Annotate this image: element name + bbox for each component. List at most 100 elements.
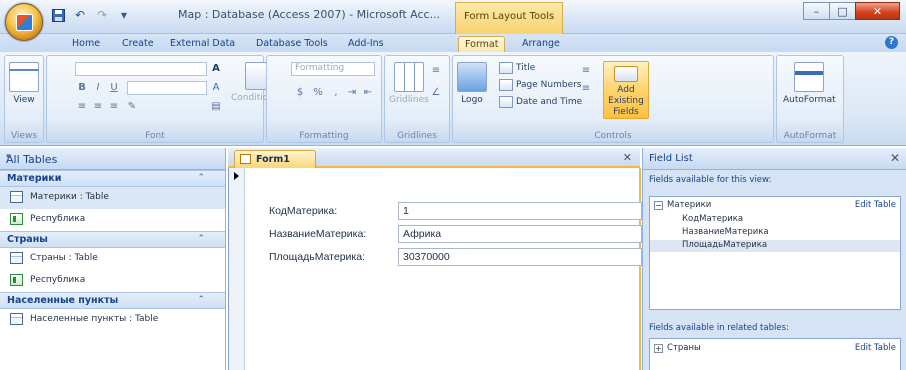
page-numbers-button[interactable]: Page Numbers [499,79,582,91]
collapse-chevron-icon[interactable]: ⌃ [197,295,205,305]
form-view: КодМатерика: 1 НазваниеМатерика: Африка … [228,168,642,370]
group-formatting-label: Formatting [299,131,349,141]
record-selector[interactable] [229,168,245,370]
italic-button[interactable]: I [91,81,105,95]
grid-color-icon[interactable]: ∠ [429,86,443,100]
form-detail-section: КодМатерика: 1 НазваниеМатерика: Африка … [245,168,642,370]
align-left-icon[interactable]: ≡ [75,100,89,114]
tab-form1[interactable]: Form1 [234,150,316,168]
edit-table-link[interactable]: Edit Table [855,343,896,353]
tab-arrange[interactable]: Arrange [516,36,566,52]
window-controls: – □ ✕ [803,2,900,20]
field-item[interactable]: ПлощадьМатерика [650,240,900,252]
group-autoformat: AutoFormat AutoFormat [776,55,844,143]
format-painter-icon[interactable]: ✎ [125,100,139,114]
customize-icon[interactable]: ▾ [116,7,132,23]
field-item[interactable]: КодМатерика [650,214,900,226]
decrease-decimal-icon[interactable]: ⇤ [361,86,375,100]
currency-icon[interactable]: $ [293,86,307,100]
nav-item[interactable]: Республика [0,270,225,292]
expand-icon[interactable]: + [654,344,663,353]
collapse-icon[interactable]: − [654,201,663,210]
nav-item[interactable]: Республика [0,209,225,231]
shutter-bar-icon[interactable]: « [6,152,217,162]
percent-button[interactable]: % [311,86,325,100]
table-node-label: Материки [667,200,712,210]
align-center-icon[interactable]: ≡ [91,100,105,114]
font-size-box[interactable] [127,81,207,95]
logo-icon [457,62,487,92]
title-button[interactable]: Title [499,62,535,74]
gridlines-icon [393,62,424,92]
align-right-icon[interactable]: ≡ [107,100,121,114]
nav-item[interactable]: Страны : Table [0,248,225,270]
font-name-box[interactable] [75,62,207,76]
date-time-button[interactable]: Date and Time [499,96,582,108]
close-icon[interactable]: ✕ [890,151,900,165]
ribbon-tab-bar: Home Create External Data Database Tools… [0,34,906,52]
line-thickness-icon[interactable]: ≡ [579,82,593,96]
maximize-button[interactable]: □ [829,2,856,20]
group-controls: Logo Title Page Numbers Date and Time ≡ … [452,55,774,143]
bold-button[interactable]: B [75,81,89,95]
font-color-icon[interactable]: A [209,81,223,95]
gridlines-button[interactable]: Gridlines [389,62,429,106]
autoformat-button[interactable]: AutoFormat [783,62,836,106]
date-time-icon [499,96,513,108]
nav-item[interactable]: Материки : Table [0,187,225,209]
tab-format[interactable]: Format [458,36,506,52]
logo-button[interactable]: Logo [457,62,487,106]
grid-style-icon[interactable]: ≡ [429,64,443,78]
add-existing-fields-button[interactable]: Add Existing Fields [603,61,649,119]
line-style-icon[interactable]: ≡ [579,64,593,78]
logo-label: Logo [461,95,483,105]
fill-color-icon[interactable]: ▤ [209,100,223,114]
window-title: Map : Database (Access 2007) - Microsoft… [178,8,441,21]
font-grow-icon[interactable]: A [209,62,223,76]
nav-group-header[interactable]: Населенные пункты ⌃ [0,292,225,309]
redo-icon[interactable]: ↷ [94,7,110,23]
close-button[interactable]: ✕ [855,2,900,20]
formatting-box[interactable]: Formatting [291,62,375,76]
current-record-arrow-icon [234,172,239,180]
increase-decimal-icon[interactable]: ⇥ [345,86,359,100]
help-icon[interactable]: ? [885,36,898,49]
underline-button[interactable]: U [107,81,121,95]
field-textbox[interactable]: 30370000 [398,248,642,266]
field-textbox[interactable]: 1 [398,202,642,220]
related-table-node[interactable]: + Страны Edit Table [650,343,900,355]
nav-pane-header[interactable]: All Tables ▾ « [0,148,225,170]
tab-create[interactable]: Create [116,36,160,52]
nav-group-header[interactable]: Материки ⌃ [0,170,225,187]
nav-item-label: Материки : Table [30,192,109,202]
tab-home[interactable]: Home [66,36,106,52]
table-icon [10,191,23,203]
form-icon [10,213,23,225]
add-fields-label: Add Existing Fields [608,85,644,117]
conditional-icon [245,62,268,90]
nav-item-label: Республика [30,275,86,285]
office-button[interactable] [5,3,43,41]
field-textbox[interactable]: Африка [398,225,642,243]
comma-icon[interactable]: , [329,86,343,100]
view-button[interactable]: View [9,62,39,106]
nav-group-header[interactable]: Страны ⌃ [0,231,225,248]
undo-icon[interactable]: ↶ [72,7,88,23]
tab-database-tools[interactable]: Database Tools [250,36,334,52]
close-document-icon[interactable]: ✕ [623,151,632,164]
table-node[interactable]: − Материки Edit Table [650,200,900,212]
field-item[interactable]: НазваниеМатерика [650,227,900,239]
nav-item-label: Населенные пункты : Table [30,314,159,324]
minimize-button[interactable]: – [803,2,830,20]
contextual-tab-label: Form Layout Tools [464,11,555,22]
edit-table-link[interactable]: Edit Table [855,200,896,210]
tab-external-data[interactable]: External Data [164,36,241,52]
collapse-chevron-icon[interactable]: ⌃ [197,234,205,244]
save-icon[interactable] [50,7,66,23]
quick-access-toolbar: ↶ ↷ ▾ [50,5,132,25]
office-logo-icon [16,14,33,31]
nav-item[interactable]: Населенные пункты : Table [0,309,225,331]
tab-add-ins[interactable]: Add-Ins [342,36,390,52]
ribbon: View Views A B I U A ≡ ≡ ≡ ✎ ▤ Condition… [0,52,906,146]
collapse-chevron-icon[interactable]: ⌃ [197,173,205,183]
